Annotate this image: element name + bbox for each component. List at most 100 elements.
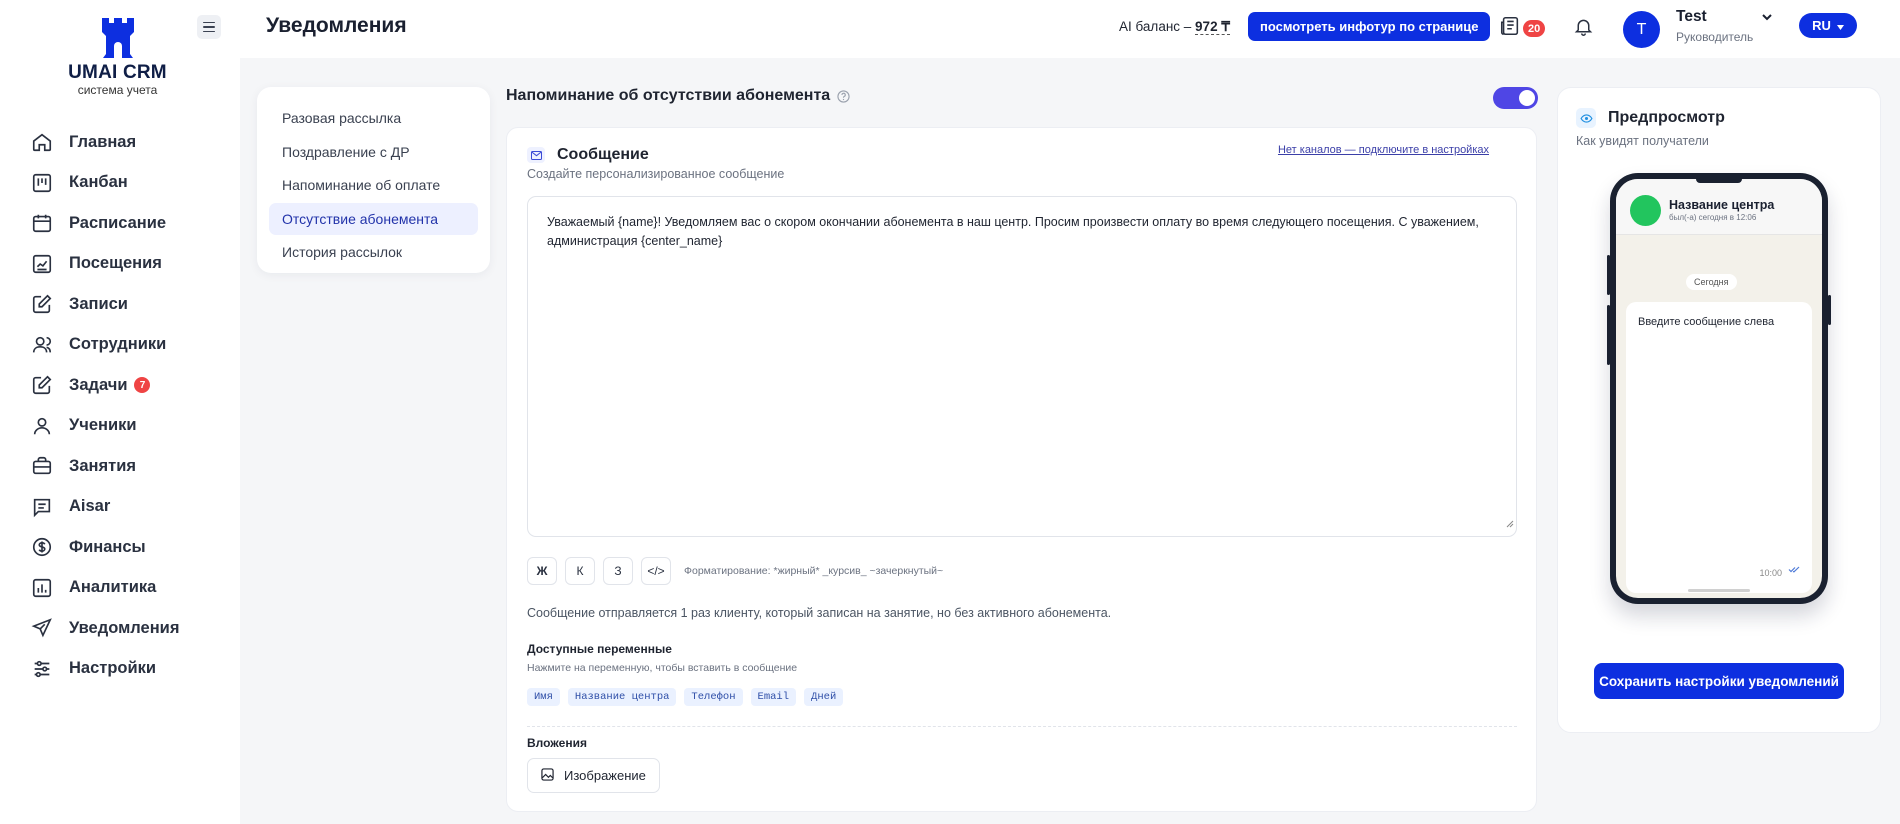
help-icon[interactable] bbox=[837, 89, 850, 103]
sidebar-item-records[interactable]: Записи bbox=[30, 284, 179, 325]
sidebar-item-finance[interactable]: Финансы bbox=[30, 527, 179, 568]
submenu-item-one-time[interactable]: Разовая рассылка bbox=[269, 102, 478, 134]
castle-logo-icon bbox=[101, 18, 134, 58]
enable-toggle[interactable] bbox=[1493, 87, 1538, 109]
sidebar-item-label: Aisar bbox=[69, 497, 111, 516]
user-name: Test bbox=[1676, 8, 1707, 25]
caret-down-icon bbox=[1836, 18, 1844, 33]
variable-chip-days[interactable]: Дней bbox=[804, 688, 844, 706]
section-title: Напоминание об отсутствии абонемента bbox=[506, 87, 831, 104]
connect-channels-link[interactable]: Нет каналов — подключите в настройках bbox=[1278, 144, 1489, 156]
double-check-icon bbox=[1788, 560, 1800, 578]
news-button[interactable]: 20 bbox=[1499, 15, 1546, 42]
sidebar: UMAI CRM система учета Главная Канбан Ра… bbox=[0, 0, 240, 824]
phone-volume-button bbox=[1607, 255, 1610, 295]
sidebar-item-label: Занятия bbox=[69, 456, 136, 475]
sidebar-item-label: Записи bbox=[69, 294, 128, 313]
sidebar-item-label: Сотрудники bbox=[69, 335, 167, 354]
phone-mockup: Название центра был(-а) сегодня в 12:06 … bbox=[1607, 173, 1831, 604]
sidebar-item-analytics[interactable]: Аналитика bbox=[30, 568, 179, 609]
variable-chip-phone[interactable]: Телефон bbox=[684, 688, 743, 706]
sidebar-item-label: Посещения bbox=[69, 254, 162, 273]
attendance-icon bbox=[30, 252, 54, 276]
kanban-icon bbox=[30, 171, 54, 195]
top-header: Уведомления AI баланс – 972 ₸ посмотреть… bbox=[240, 0, 1900, 58]
chevron-down-icon[interactable] bbox=[1761, 10, 1773, 28]
image-icon bbox=[541, 767, 554, 784]
infotour-button[interactable]: посмотреть инфотур по странице bbox=[1248, 12, 1491, 41]
phone-volume-button bbox=[1607, 305, 1610, 365]
submenu-item-birthday[interactable]: Поздравление с ДР bbox=[269, 136, 478, 168]
dollar-icon bbox=[30, 535, 54, 559]
phone-notch bbox=[1696, 179, 1742, 183]
message-textarea[interactable]: Уважаемый {name}! Уведомляем вас о скоро… bbox=[527, 196, 1517, 537]
chat-status: был(-а) сегодня в 12:06 bbox=[1669, 213, 1757, 222]
message-card-title: Сообщение bbox=[557, 146, 649, 163]
preview-title: Предпросмотр bbox=[1608, 109, 1725, 126]
preview-header: Предпросмотр bbox=[1576, 108, 1725, 128]
ai-balance: AI баланс – 972 ₸ bbox=[1119, 19, 1230, 35]
user-role: Руководитель bbox=[1676, 30, 1754, 44]
ai-balance-value[interactable]: 972 ₸ bbox=[1195, 19, 1230, 35]
menu-toggle-button[interactable] bbox=[197, 15, 221, 39]
submenu-item-payment-reminder[interactable]: Напоминание об оплате bbox=[269, 169, 478, 201]
code-button[interactable]: </> bbox=[641, 557, 671, 585]
variable-chip-center-name[interactable]: Название центра bbox=[567, 688, 677, 706]
add-image-button[interactable]: Изображение bbox=[527, 758, 660, 793]
staff-icon bbox=[30, 333, 54, 357]
variables-subtitle: Нажмите на переменную, чтобы вставить в … bbox=[527, 662, 798, 674]
format-hint: Форматирование: *жирный* _курсив_ ~зачер… bbox=[684, 565, 944, 577]
message-card-subtitle: Создайте персонализированное сообщение bbox=[527, 167, 785, 181]
sidebar-item-home[interactable]: Главная bbox=[30, 122, 179, 163]
calendar-icon bbox=[30, 211, 54, 235]
save-settings-button[interactable]: Сохранить настройки уведомлений bbox=[1594, 663, 1844, 699]
eye-icon bbox=[1576, 108, 1596, 128]
attachments-title: Вложения bbox=[527, 736, 587, 750]
divider bbox=[527, 726, 1517, 727]
sidebar-item-label: Финансы bbox=[69, 537, 146, 556]
sidebar-item-schedule[interactable]: Расписание bbox=[30, 203, 179, 244]
language-select[interactable]: RU bbox=[1799, 13, 1857, 38]
news-count-badge: 20 bbox=[1523, 20, 1546, 37]
mail-icon bbox=[527, 147, 545, 163]
submenu-item-no-subscription[interactable]: Отсутствие абонемента bbox=[269, 202, 478, 235]
variable-chip-name[interactable]: Имя bbox=[527, 688, 560, 706]
user-menu[interactable]: Test Руководитель bbox=[1676, 8, 1753, 44]
submenu-item-history[interactable]: История рассылок bbox=[269, 236, 478, 268]
italic-button[interactable]: К bbox=[565, 557, 595, 585]
sidebar-item-students[interactable]: Ученики bbox=[30, 406, 179, 447]
page-title: Уведомления bbox=[266, 14, 407, 37]
sidebar-item-label: Ученики bbox=[69, 416, 137, 435]
sidebar-item-settings[interactable]: Настройки bbox=[30, 649, 179, 690]
sidebar-item-label: Аналитика bbox=[69, 578, 157, 597]
sidebar-item-label: Настройки bbox=[69, 659, 157, 678]
section-header: Напоминание об отсутствии абонемента bbox=[506, 87, 850, 105]
sidebar-item-lessons[interactable]: Занятия bbox=[30, 446, 179, 487]
bold-button[interactable]: Ж bbox=[527, 557, 557, 585]
tasks-icon bbox=[30, 373, 54, 397]
phone-power-button bbox=[1828, 295, 1831, 325]
sidebar-item-staff[interactable]: Сотрудники bbox=[30, 325, 179, 366]
student-icon bbox=[30, 414, 54, 438]
sidebar-item-notifications[interactable]: Уведомления bbox=[30, 608, 179, 649]
variables-list: Имя Название центра Телефон Email Дней bbox=[527, 688, 844, 706]
variable-chip-email[interactable]: Email bbox=[750, 688, 797, 706]
newspaper-icon bbox=[1499, 15, 1521, 42]
day-label: Сегодня bbox=[1686, 274, 1737, 290]
bubble-text: Введите сообщение слева bbox=[1638, 316, 1775, 328]
brand-tagline: система учета bbox=[77, 83, 158, 97]
chat-name: Название центра bbox=[1669, 198, 1775, 212]
bubble-time: 10:00 bbox=[1759, 568, 1782, 578]
sidebar-item-aisar[interactable]: Aisar bbox=[30, 487, 179, 528]
language-value: RU bbox=[1812, 18, 1831, 33]
sidebar-item-kanban[interactable]: Канбан bbox=[30, 163, 179, 204]
logo[interactable]: UMAI CRM система учета bbox=[60, 18, 175, 97]
sidebar-item-label: Задачи bbox=[69, 375, 128, 394]
sidebar-item-attendance[interactable]: Посещения bbox=[30, 244, 179, 285]
resize-handle-icon[interactable] bbox=[1506, 515, 1514, 534]
bell-icon[interactable] bbox=[1573, 16, 1594, 42]
sidebar-item-tasks[interactable]: Задачи 7 bbox=[30, 365, 179, 406]
avatar[interactable]: T bbox=[1623, 11, 1660, 48]
strikethrough-button[interactable]: З bbox=[603, 557, 633, 585]
formatting-toolbar: Ж К З </> Форматирование: *жирный* _курс… bbox=[527, 557, 943, 585]
